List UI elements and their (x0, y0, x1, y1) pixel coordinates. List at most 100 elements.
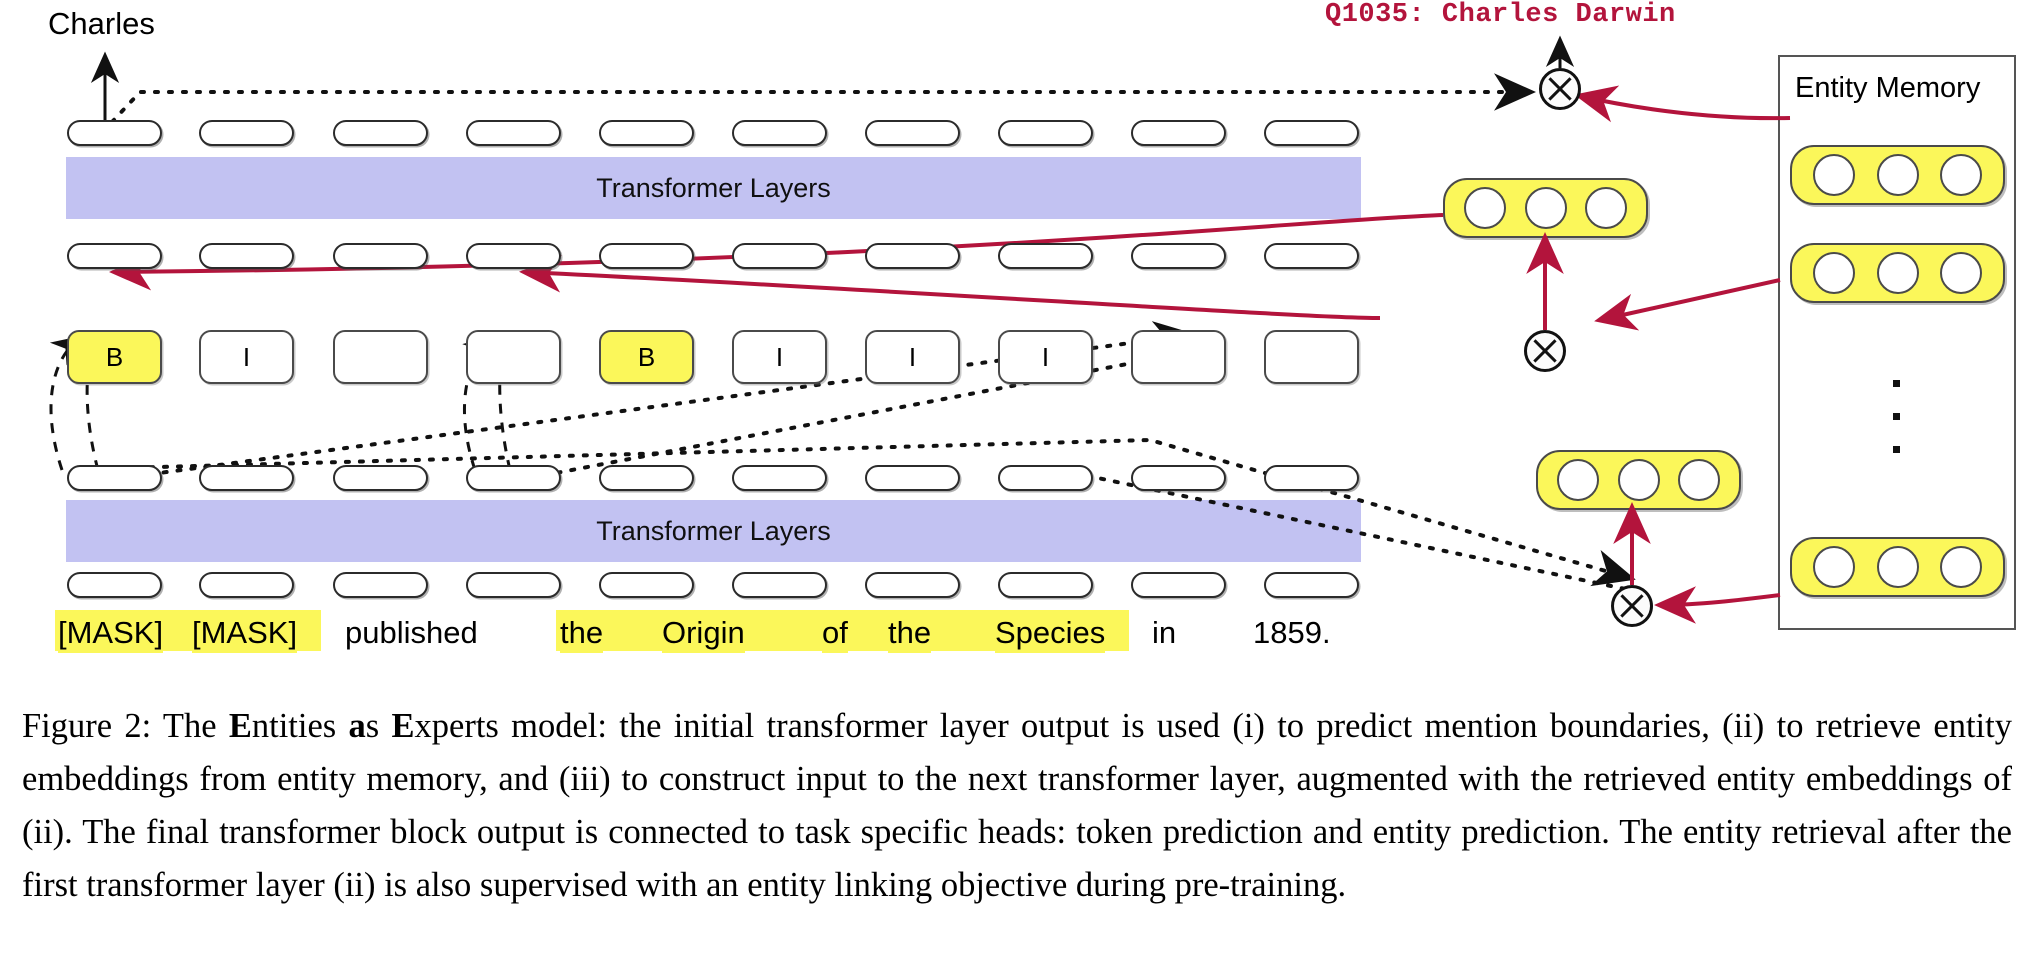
token-capsule[interactable] (199, 465, 294, 491)
token-capsule[interactable] (1131, 243, 1226, 269)
bio-tag-box[interactable]: I (199, 330, 294, 384)
bio-tag-box[interactable] (1264, 330, 1359, 384)
embedding-circle-icon (1585, 187, 1628, 229)
embedding-circle-icon (1463, 187, 1506, 229)
sentence-token[interactable]: . (1322, 613, 1331, 653)
token-capsule[interactable] (333, 243, 428, 269)
red-arrows-operator-to-pill (1526, 232, 1651, 585)
bio-tag-box[interactable]: B (67, 330, 162, 384)
token-capsule[interactable] (1264, 572, 1359, 598)
entity-prediction-label: Q1035: Charles Darwin (1325, 0, 1676, 30)
bio-tag-box[interactable] (1131, 330, 1226, 384)
token-capsule[interactable] (599, 572, 694, 598)
bio-tag-box[interactable]: I (998, 330, 1093, 384)
entity-memory-title: Entity Memory (1795, 72, 1981, 104)
transformer-layers-upper[interactable]: Transformer Layers (66, 157, 1361, 219)
entity-retrieval-operator-icon[interactable] (1524, 330, 1566, 372)
token-capsule[interactable] (599, 465, 694, 491)
memory-entry[interactable] (1790, 537, 2005, 597)
sentence-token[interactable]: [MASK] (58, 613, 164, 653)
embedding-circle-icon (1939, 252, 1982, 294)
token-capsule[interactable] (199, 572, 294, 598)
dotted-entity-prediction-path (110, 73, 1536, 124)
bio-tag-box[interactable] (466, 330, 561, 384)
retrieved-entity-embedding-lower[interactable] (1536, 450, 1741, 510)
token-capsule[interactable] (466, 243, 561, 269)
token-capsule[interactable] (67, 120, 162, 146)
embedding-circle-icon (1939, 546, 1982, 588)
figure-entities-as-experts: Charles Q1035: Charles Darwin Transforme… (0, 0, 2034, 964)
token-prediction-label: Charles (48, 6, 155, 41)
token-capsule[interactable] (865, 243, 960, 269)
sentence-token[interactable]: published (345, 613, 478, 653)
token-capsule[interactable] (998, 120, 1093, 146)
token-capsule[interactable] (67, 465, 162, 491)
token-capsule[interactable] (466, 465, 561, 491)
retrieved-entity-embedding-upper[interactable] (1443, 178, 1648, 238)
token-capsule[interactable] (333, 572, 428, 598)
token-capsule[interactable] (199, 243, 294, 269)
sentence-token[interactable]: Origin (662, 613, 745, 653)
token-capsule[interactable] (865, 465, 960, 491)
caption-bold-e2: E (391, 707, 415, 745)
token-capsule[interactable] (1131, 572, 1226, 598)
token-capsule[interactable] (199, 120, 294, 146)
caption-mid2: s (365, 707, 392, 745)
bio-tag-box[interactable]: B (599, 330, 694, 384)
token-capsule[interactable] (599, 243, 694, 269)
token-capsule[interactable] (67, 243, 162, 269)
token-capsule[interactable] (865, 572, 960, 598)
sentence-token[interactable]: [MASK] (192, 613, 298, 653)
token-capsule[interactable] (732, 465, 827, 491)
bio-tag-box[interactable] (333, 330, 428, 384)
embedding-circle-icon (1876, 546, 1919, 588)
bio-tag-box[interactable]: I (865, 330, 960, 384)
sentence-token[interactable]: of (822, 613, 848, 653)
red-arrow-embedding-to-entity-head (1574, 85, 1791, 123)
token-capsule[interactable] (732, 243, 827, 269)
token-capsule[interactable] (732, 120, 827, 146)
token-capsule[interactable] (1264, 465, 1359, 491)
caption-bold-e1: E (228, 707, 252, 745)
token-capsule[interactable] (333, 465, 428, 491)
sentence-token[interactable]: 1859 (1253, 613, 1322, 653)
token-capsule[interactable] (998, 572, 1093, 598)
figure-caption: Figure 2: The Entities as Experts model:… (22, 700, 2012, 912)
token-capsule[interactable] (466, 572, 561, 598)
red-arrows-memory-to-operator (1594, 278, 1781, 624)
token-capsule[interactable] (1131, 120, 1226, 146)
embedding-circle-icon (1556, 459, 1599, 501)
embedding-circle-icon (1813, 154, 1856, 196)
token-capsule[interactable] (466, 120, 561, 146)
token-capsule[interactable] (998, 465, 1093, 491)
entity-prediction-operator-icon[interactable] (1539, 68, 1581, 110)
token-capsule[interactable] (998, 243, 1093, 269)
embedding-circle-icon (1876, 154, 1919, 196)
sentence-token[interactable]: the (888, 613, 932, 653)
memory-entry[interactable] (1790, 243, 2005, 303)
sentence-token[interactable]: the (560, 613, 604, 653)
embedding-circle-icon (1813, 252, 1856, 294)
bio-tag-box[interactable]: I (732, 330, 827, 384)
token-capsule[interactable] (732, 572, 827, 598)
token-capsule[interactable] (1131, 465, 1226, 491)
token-capsule[interactable] (865, 120, 960, 146)
caption-prefix: Figure 2: The (22, 707, 229, 745)
memory-entry[interactable] (1790, 145, 2005, 205)
entity-retrieval-operator-icon-2[interactable] (1611, 585, 1653, 627)
caption-mid1: ntities (251, 707, 349, 745)
embedding-circle-icon (1939, 154, 1982, 196)
token-capsule[interactable] (333, 120, 428, 146)
memory-ellipsis-icon (1893, 380, 1900, 479)
caption-bold-a: a (348, 707, 366, 745)
embedding-circle-icon (1524, 187, 1567, 229)
token-capsule[interactable] (599, 120, 694, 146)
embedding-circle-icon (1678, 459, 1721, 501)
token-capsule[interactable] (67, 572, 162, 598)
token-capsule[interactable] (1264, 120, 1359, 146)
embedding-circle-icon (1617, 459, 1660, 501)
token-capsule[interactable] (1264, 243, 1359, 269)
sentence-token[interactable]: Species (995, 613, 1106, 653)
sentence-token[interactable]: in (1152, 613, 1176, 653)
transformer-layers-lower[interactable]: Transformer Layers (66, 500, 1361, 562)
